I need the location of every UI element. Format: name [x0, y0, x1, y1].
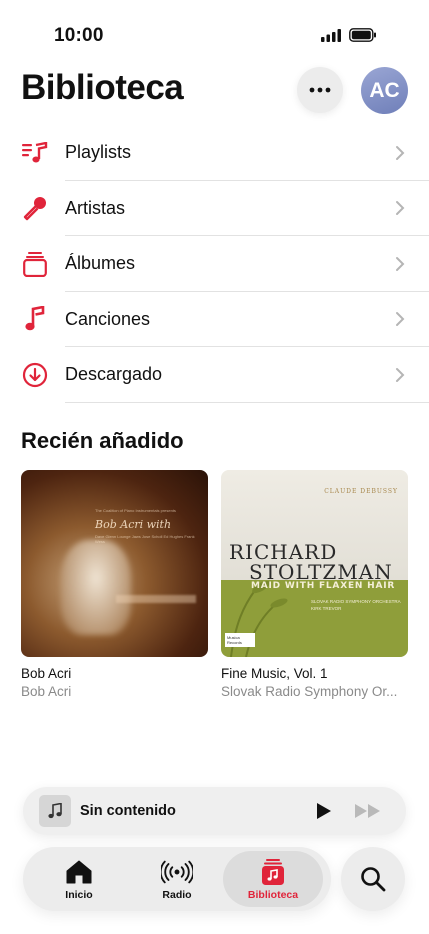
- play-icon[interactable]: [313, 801, 333, 821]
- chevron-right-icon: [396, 201, 405, 216]
- cover-orchestra: SLOVAK RADIO SYMPHONY ORCHESTRA KIRK TRE…: [311, 598, 401, 612]
- mini-player-artwork: [39, 795, 71, 827]
- cover-title-text: Bob Acri with: [95, 518, 172, 531]
- album-stack-icon: [22, 251, 48, 277]
- status-time: 10:00: [54, 25, 104, 46]
- tab-label: Inicio: [65, 888, 93, 901]
- mini-player-title: Sin contenido: [80, 803, 176, 819]
- chevron-right-icon: [396, 367, 405, 382]
- cover-orchestra-name: SLOVAK RADIO SYMPHONY ORCHESTRA: [311, 599, 401, 604]
- download-circle-icon: [22, 362, 48, 388]
- status-bar: 10:00: [0, 0, 429, 62]
- library-item-label: Canciones: [65, 308, 151, 329]
- cover-small-text: The Coalition of Piano Instrumentals pre…: [95, 508, 176, 513]
- album-cover[interactable]: CLAUDE DEBUSSY RICHARD STOLTZMAN MAID WI…: [221, 470, 408, 657]
- cover-conductor: KIRK TREVOR: [311, 606, 342, 611]
- album-title: Fine Music, Vol. 1: [221, 666, 328, 681]
- cover-piece: MAID WITH FLAXEN HAIR: [251, 581, 396, 591]
- status-icons: [321, 28, 377, 42]
- playlist-icon: [22, 140, 48, 166]
- album-card[interactable]: The Coalition of Piano Instrumentals pre…: [21, 470, 208, 699]
- library-item-descargado[interactable]: Descargado: [0, 347, 429, 403]
- library-item-label: Artistas: [65, 197, 126, 218]
- library-item-canciones[interactable]: Canciones: [0, 292, 429, 347]
- home-icon: [63, 858, 95, 886]
- album-title: Bob Acri: [21, 666, 72, 681]
- album-card[interactable]: CLAUDE DEBUSSY RICHARD STOLTZMAN MAID WI…: [221, 470, 408, 699]
- album-artist: Bob Acri: [21, 684, 72, 699]
- battery-icon: [349, 28, 376, 42]
- library-item-label: Descargado: [65, 364, 163, 385]
- library-item-albumes[interactable]: Álbumes: [0, 236, 429, 292]
- search-icon: [361, 867, 386, 892]
- tab-label: Biblioteca: [247, 888, 299, 901]
- chevron-right-icon: [396, 256, 405, 271]
- library-icon: [257, 858, 289, 886]
- library-item-artistas[interactable]: Artistas: [0, 181, 429, 236]
- tab-label: Radio: [162, 888, 192, 901]
- tab-inicio[interactable]: Inicio: [29, 851, 129, 907]
- search-button[interactable]: [341, 847, 405, 911]
- album-cover[interactable]: The Coalition of Piano Instrumentals pre…: [21, 470, 208, 657]
- radio-waves-icon: [161, 858, 193, 886]
- tab-bar: Inicio Radio Biblioteca: [23, 847, 331, 911]
- music-note-icon: [48, 803, 62, 819]
- tab-biblioteca[interactable]: Biblioteca: [223, 851, 323, 907]
- album-artist: Slovak Radio Symphony Or...: [221, 684, 398, 699]
- signal-icon: [321, 28, 341, 42]
- mini-player[interactable]: Sin contenido: [23, 787, 406, 835]
- forward-icon[interactable]: [353, 802, 383, 820]
- cover-composer: CLAUDE DEBUSSY: [324, 488, 398, 495]
- section-title-recent: Recién añadido: [21, 428, 184, 453]
- music-note-icon: [22, 306, 48, 332]
- cover-piano: [116, 595, 196, 603]
- cover-figure: [61, 540, 131, 635]
- microphone-icon: [22, 195, 48, 221]
- tab-radio[interactable]: Radio: [127, 851, 227, 907]
- library-item-label: Playlists: [65, 142, 132, 163]
- divider: [65, 401, 429, 403]
- library-item-playlists[interactable]: Playlists: [0, 125, 429, 181]
- library-item-label: Álbumes: [65, 253, 136, 274]
- page-title: Biblioteca: [21, 68, 184, 107]
- library-list: Playlists Artistas Álbumes Canciones Des…: [0, 125, 429, 403]
- ellipsis-icon: [309, 87, 331, 93]
- more-button[interactable]: [297, 67, 343, 113]
- chevron-right-icon: [396, 312, 405, 327]
- avatar[interactable]: AC: [361, 67, 408, 114]
- chevron-right-icon: [396, 145, 405, 160]
- cover-sub-text: Dave Glenn Lounge Jaws Jose Scholl Ed Hu…: [95, 534, 195, 544]
- cover-label-logo: Musica Records: [225, 633, 255, 647]
